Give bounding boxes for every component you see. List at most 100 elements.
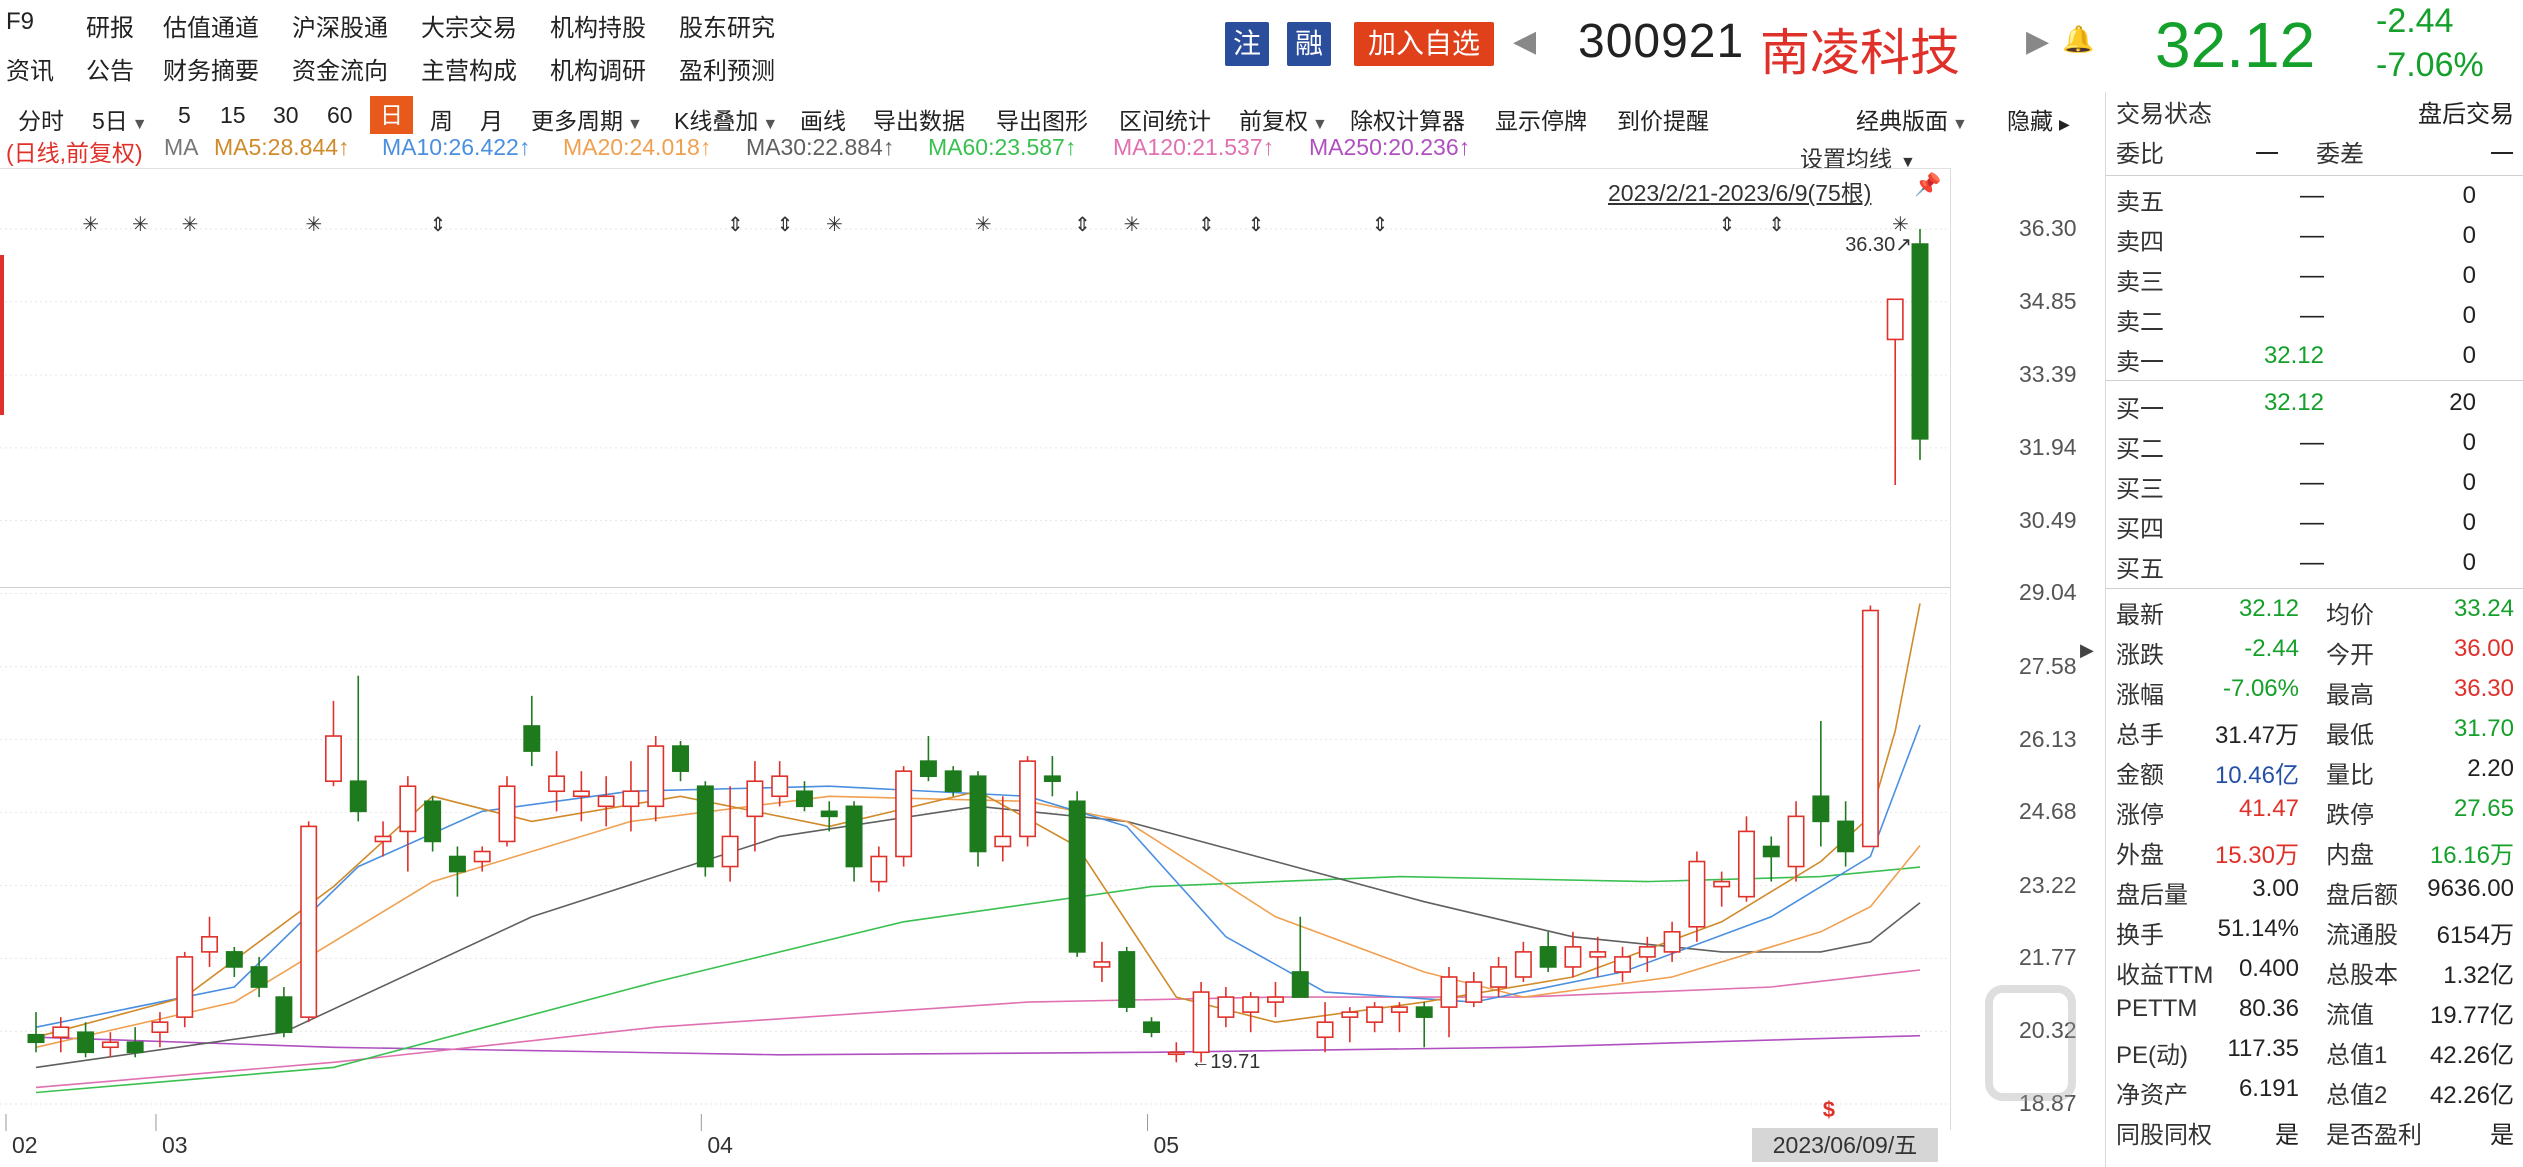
draw-line-button[interactable]: 画线 <box>800 102 846 136</box>
layout-menu[interactable]: 经典版面 ▼ <box>1856 102 1968 136</box>
nav-institutional-holding[interactable]: 机构持股 <box>550 8 646 43</box>
divider <box>2106 175 2523 176</box>
period-weekly[interactable]: 周 <box>430 102 453 136</box>
nav-research-report[interactable]: 研报 <box>86 8 134 43</box>
ask-level-label: 卖四 <box>2116 229 2164 256</box>
candle-down <box>1118 951 1136 1008</box>
bid-level-label: 买二 <box>2116 436 2164 463</box>
nav-financial-summary[interactable]: 财务摘要 <box>163 51 259 86</box>
period-30min[interactable]: 30 <box>273 102 299 129</box>
next-stock-icon[interactable]: ▶ <box>2026 24 2049 59</box>
candle-up <box>895 770 913 858</box>
ask-level-row: 卖四 — 0 <box>2116 222 2514 262</box>
event-marker-icon: ✳ <box>1124 212 1141 236</box>
candle-down <box>696 785 714 868</box>
period-daily[interactable]: 日 <box>370 96 413 134</box>
period-15min[interactable]: 15 <box>220 102 246 129</box>
stat-row: 同股同权是是否盈利是 <box>2116 1115 2514 1155</box>
ma250-value: MA250:20.236↑ <box>1309 134 1471 160</box>
current-date-badge: 2023/06/09/五 <box>1752 1128 1938 1162</box>
candle-up <box>1638 946 1656 958</box>
prev-stock-icon[interactable]: ◀ <box>1513 24 1536 59</box>
nav-block-trade[interactable]: 大宗交易 <box>421 8 517 43</box>
watermark-logo <box>1985 985 2076 1101</box>
stat-row: 收益TTM 0.400 总股本 1.32亿 <box>2116 955 2514 995</box>
nav-earnings-forecast[interactable]: 盈利预测 <box>679 51 775 86</box>
stat-value: -2.44 <box>2244 635 2299 662</box>
add-watchlist-button[interactable]: 加入自选 <box>1354 22 1494 66</box>
export-chart-button[interactable]: 导出图形 <box>996 102 1088 136</box>
price-tick-label: 34.85 <box>2019 287 2077 314</box>
adjust-mode-menu[interactable]: 前复权 ▼ <box>1239 102 1328 136</box>
bid-volume: 0 <box>2462 429 2476 456</box>
candle-down <box>1812 795 1830 823</box>
kline-overlay-menu[interactable]: K线叠加 ▼ <box>674 102 778 136</box>
candle-up <box>473 850 491 863</box>
ask-level-row: 卖二 — 0 <box>2116 302 2514 342</box>
bid-price: 32.12 <box>2263 389 2324 416</box>
order-ratio-row: 委比 一 委差 一 <box>2116 134 2514 174</box>
candle-down <box>448 855 466 873</box>
period-monthly[interactable]: 月 <box>480 102 503 136</box>
price-alert-button[interactable]: 到价提醒 <box>1617 102 1709 136</box>
nav-hk-connect[interactable]: 沪深股通 <box>292 8 388 43</box>
stat-row: 涨停 41.47 跌停 27.65 <box>2116 795 2514 835</box>
ma5-value: MA5:28.844↑ <box>214 134 350 160</box>
ma60-line <box>35 866 1921 1094</box>
candle-down <box>919 760 937 777</box>
bid-price: — <box>2300 509 2324 536</box>
period-5min[interactable]: 5 <box>178 102 191 129</box>
stock-code: 300921 <box>1578 15 1745 68</box>
candle-up <box>647 745 665 808</box>
margin-tag-rong[interactable]: 融 <box>1287 22 1331 66</box>
nav-f9[interactable]: F9 <box>6 8 34 36</box>
ask-volume: 0 <box>2462 302 2476 329</box>
nav-valuation-channel[interactable]: 估值通道 <box>163 8 259 43</box>
candle-down <box>1762 845 1780 858</box>
bid-level-row: 买三 — 0 <box>2116 469 2514 509</box>
ask-volume: 0 <box>2462 182 2476 209</box>
candle-up <box>870 855 888 883</box>
kline-chart-area[interactable]: ✳ ✳ ✳ ✳ ⇕ ⇕ ⇕ ✳ ✳ ⇕ ✳ ⇕ ⇕ ⇕ ⇕ ⇕ ✳ 36.30↗ ←19.71 $ <box>0 168 1950 1131</box>
kline-chart[interactable]: ✳ ✳ ✳ ✳ ⇕ ⇕ ⇕ ✳ ✳ ⇕ ✳ ⇕ ⇕ ⇕ ⇕ ⇕ ✳36.30↗←19.71$ <box>0 169 1950 1131</box>
event-marker-icon: ⇕ <box>1248 212 1265 236</box>
top-navigation: F9 研报 估值通道 沪深股通 大宗交易 机构持股 股东研究 资讯 公告 财务摘… <box>0 0 1210 88</box>
candle-up <box>1589 951 1607 958</box>
nav-business-composition[interactable]: 主营构成 <box>421 51 517 86</box>
event-marker-icon: ✳ <box>306 212 323 236</box>
candle-down <box>1837 820 1855 853</box>
nav-news[interactable]: 资讯 <box>6 51 54 86</box>
nav-institutional-survey[interactable]: 机构调研 <box>550 51 646 86</box>
chevron-down-icon: ▼ <box>762 116 779 133</box>
x-tick-label: 05 <box>1153 1132 1180 1158</box>
nav-capital-flow[interactable]: 资金流向 <box>292 51 388 86</box>
expand-panel-icon[interactable]: ▶ <box>2080 640 2094 661</box>
candle-up <box>1266 996 1284 1003</box>
margin-tag-zhu[interactable]: 注 <box>1225 22 1269 66</box>
hide-panel-button[interactable]: 隐藏 ▶ <box>2007 102 2070 136</box>
nav-shareholder-research[interactable]: 股东研究 <box>679 8 775 43</box>
stat-value: 36.30 <box>2453 675 2514 702</box>
bell-icon[interactable]: 🔔 <box>2062 24 2094 55</box>
period-5day[interactable]: 5日 ▼ <box>92 102 148 136</box>
show-suspension-button[interactable]: 显示停牌 <box>1495 102 1587 136</box>
stat-value: 16.16万 <box>2429 842 2514 869</box>
candle-up <box>151 1021 169 1034</box>
ask-volume: 0 <box>2462 222 2476 249</box>
more-periods-menu[interactable]: 更多周期 ▼ <box>531 102 643 136</box>
trade-status-label: 交易状态 <box>2116 101 2212 128</box>
ex-rights-calculator-button[interactable]: 除权计算器 <box>1350 102 1465 136</box>
stat-label: 流通股 <box>2326 922 2398 949</box>
stat-label: 涨停 <box>2116 802 2164 829</box>
stat-row: 涨幅 -7.06% 最高 36.30 <box>2116 675 2514 715</box>
candle-down <box>1291 971 1309 998</box>
period-intraday[interactable]: 分时 <box>18 102 64 136</box>
export-data-button[interactable]: 导出数据 <box>873 102 965 136</box>
chevron-down-icon: ▼ <box>1952 116 1968 133</box>
stat-value: 33.24 <box>2453 595 2514 622</box>
chevron-down-icon: ▼ <box>627 116 643 133</box>
nav-announcement[interactable]: 公告 <box>86 51 134 86</box>
price-tick-label: 26.13 <box>2019 725 2077 752</box>
range-stats-button[interactable]: 区间统计 <box>1119 102 1211 136</box>
period-60min[interactable]: 60 <box>327 102 353 129</box>
